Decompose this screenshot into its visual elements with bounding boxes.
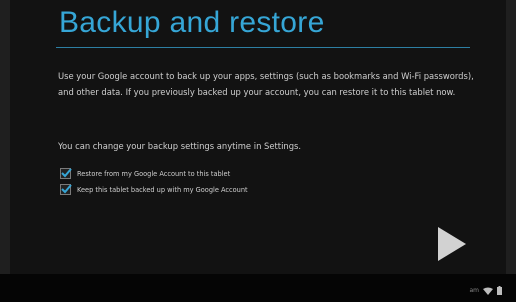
restore-checkbox[interactable]: [60, 168, 72, 179]
checkmark-icon: [61, 184, 72, 194]
backup-checkbox[interactable]: [60, 184, 72, 195]
setup-screen: Backup and restore Use your Google accou…: [0, 0, 516, 302]
title-divider: [56, 47, 470, 48]
checkmark-icon: [61, 168, 72, 178]
wifi-icon: [483, 287, 493, 295]
status-time: am: [469, 287, 479, 294]
backup-option[interactable]: Keep this tablet backed up with my Googl…: [60, 184, 248, 195]
system-bar: [0, 274, 516, 302]
play-arrow-icon: [438, 227, 466, 261]
battery-icon: [497, 286, 502, 295]
restore-option[interactable]: Restore from my Google Account to this t…: [60, 168, 230, 179]
description-text: Use your Google account to back up your …: [58, 71, 474, 97]
backup-option-label: Keep this tablet backed up with my Googl…: [77, 185, 248, 194]
restore-option-label: Restore from my Google Account to this t…: [77, 169, 231, 178]
page-title: Backup and restore: [59, 6, 325, 39]
status-bar: am: [469, 286, 502, 295]
screen-bezel-right: [506, 0, 516, 302]
next-button[interactable]: [435, 224, 469, 264]
screen-bezel-left: [0, 0, 10, 302]
settings-note-text: You can change your backup settings anyt…: [58, 141, 302, 151]
